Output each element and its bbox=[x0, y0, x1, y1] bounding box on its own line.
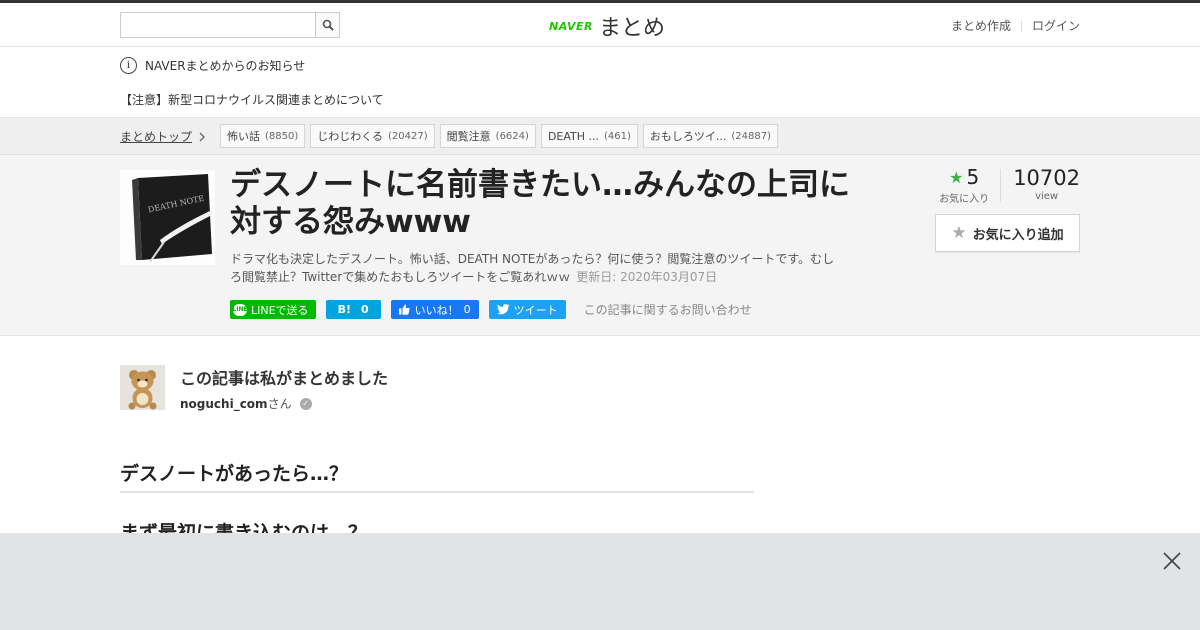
author-heading: この記事は私がまとめました bbox=[180, 369, 389, 388]
favorite-count-value: 5 bbox=[966, 165, 980, 189]
hatena-bookmark-button[interactable]: B! 0 bbox=[325, 300, 381, 319]
notice-section: i NAVERまとめからのお知らせ 【注意】新型コロナウイルス関連まとめについて bbox=[0, 47, 1200, 118]
tag-list: 怖い話 (8850) じわじわくる (20427) 閲覧注意 (6624) DE… bbox=[220, 124, 779, 148]
line-icon: LINE bbox=[232, 303, 248, 316]
bear-avatar-image bbox=[120, 365, 165, 410]
star-icon: ★ bbox=[949, 167, 964, 187]
verified-check-icon: ✓ bbox=[299, 397, 312, 410]
facebook-like-label: いいね！ bbox=[414, 303, 459, 317]
article-header: DEATH NOTE デスノートに名前書きたい…みんなの上司に対する怨みwww … bbox=[0, 155, 1200, 336]
stats-divider bbox=[1000, 169, 1002, 203]
tweet-label: ツイート bbox=[513, 303, 558, 317]
contact-link[interactable]: この記事に関するお問い合わせ bbox=[584, 301, 752, 318]
tweet-button[interactable]: ツイート bbox=[488, 300, 566, 319]
article-description-text: ドラマ化も決定したデスノート。怖い話、DEATH NOTEがあったら？何に使う？… bbox=[230, 252, 835, 284]
tag-bar: まとめトップ 怖い話 (8850) じわじわくる (20427) 閲覧注意 (6… bbox=[0, 118, 1200, 155]
matome-logo-text: まとめ bbox=[598, 16, 665, 41]
view-count-value: 10702 bbox=[1013, 166, 1080, 190]
twitter-bird-icon bbox=[496, 304, 510, 315]
tag-kowai-hanashi[interactable]: 怖い話 (8850) bbox=[220, 124, 306, 148]
tag-label: 怖い話 bbox=[227, 130, 260, 143]
notice-heading: i NAVERまとめからのお知らせ bbox=[120, 57, 305, 74]
hatena-bookmark-icon: B! bbox=[337, 303, 351, 316]
author-name-link[interactable]: noguchi_com bbox=[180, 397, 268, 411]
create-matome-link[interactable]: まとめ作成 bbox=[951, 17, 1011, 34]
article-thumbnail: DEATH NOTE bbox=[120, 170, 215, 265]
naver-logo-text: NAVER bbox=[549, 19, 593, 33]
chevron-right-icon bbox=[199, 132, 205, 141]
favorite-count: ★ 5 bbox=[928, 165, 1000, 189]
updated-date: 更新日: 2020年03月07日 bbox=[576, 270, 718, 284]
info-icon: i bbox=[120, 57, 137, 74]
search-input[interactable] bbox=[120, 12, 315, 38]
author-name-suffix: さん bbox=[267, 397, 292, 411]
star-outline-icon: ★ bbox=[951, 223, 967, 243]
article-description: ドラマ化も決定したデスノート。怖い話、DEATH NOTEがあったら？何に使う？… bbox=[230, 250, 840, 286]
tag-label: 閲覧注意 bbox=[446, 130, 491, 143]
tag-count: (461) bbox=[604, 130, 631, 142]
tag-count: (20427) bbox=[388, 130, 428, 142]
favorite-count-label: お気に入り bbox=[939, 194, 990, 205]
tag-etsuran-chui[interactable]: 閲覧注意 (6624) bbox=[439, 124, 536, 148]
tag-count: (8850) bbox=[265, 130, 299, 142]
death-note-book-image: DEATH NOTE bbox=[120, 170, 215, 265]
view-count-label: view bbox=[1035, 191, 1059, 202]
header-link-divider bbox=[1020, 19, 1022, 32]
add-favorite-label: お気に入り追加 bbox=[972, 227, 1064, 243]
tag-label: おもしろツイ... bbox=[649, 130, 727, 143]
notice-heading-text: NAVERまとめからのお知らせ bbox=[145, 59, 306, 73]
tag-jiwajiwa[interactable]: じわじわくる (20427) bbox=[310, 124, 435, 148]
header-links: まとめ作成 ログイン bbox=[951, 17, 1080, 34]
avatar[interactable] bbox=[120, 365, 165, 410]
share-buttons: LINE LINEで送る B! 0 いいね！ 0 ツイート この記事に関するお問… bbox=[230, 300, 752, 319]
tag-label: じわじわくる bbox=[317, 130, 384, 143]
favorite-count-block: ★ 5 お気に入り bbox=[928, 165, 1000, 205]
facebook-like-button[interactable]: いいね！ 0 bbox=[390, 300, 479, 319]
search-icon bbox=[322, 19, 334, 31]
tag-count: (24887) bbox=[731, 130, 772, 142]
article-title: デスノートに名前書きたい…みんなの上司に対する怨みwww bbox=[230, 167, 850, 240]
breadcrumb-top-link[interactable]: まとめトップ bbox=[120, 128, 206, 145]
content-heading-1: デスノートがあったら…？ bbox=[120, 459, 754, 493]
facebook-like-count: 0 bbox=[463, 303, 471, 316]
close-icon[interactable] bbox=[1162, 551, 1182, 571]
notice-item-link[interactable]: 【注意】新型コロナウイルス関連まとめについて bbox=[120, 91, 384, 108]
tag-omoshiro-tweet[interactable]: おもしろツイ... (24887) bbox=[642, 124, 779, 148]
site-header: NAVER まとめ まとめ作成 ログイン bbox=[0, 3, 1200, 47]
view-count-block: 10702 view bbox=[1013, 165, 1080, 202]
add-favorite-button[interactable]: ★ お気に入り追加 bbox=[935, 214, 1080, 252]
bottom-ad-banner bbox=[0, 533, 1200, 630]
search-box bbox=[120, 12, 340, 38]
thumbs-up-icon bbox=[398, 304, 410, 315]
hatena-count: 0 bbox=[360, 303, 369, 316]
author-section: この記事は私がまとめました noguchi_com さん ✓ bbox=[120, 365, 620, 415]
tag-death-note[interactable]: DEATH ... (461) bbox=[540, 124, 638, 148]
tag-label: DEATH ... bbox=[547, 129, 600, 143]
tag-count: (6624) bbox=[495, 130, 529, 142]
author-name-line: noguchi_com さん ✓ bbox=[180, 395, 312, 412]
line-share-button[interactable]: LINE LINEで送る bbox=[230, 300, 316, 319]
login-link[interactable]: ログイン bbox=[1032, 17, 1080, 34]
article-stats: ★ 5 お気に入り 10702 view bbox=[928, 165, 1080, 205]
breadcrumb-top-label: まとめトップ bbox=[120, 130, 193, 144]
site-logo[interactable]: NAVER まとめ bbox=[549, 10, 665, 42]
search-button[interactable] bbox=[315, 12, 340, 38]
line-share-label: LINEで送る bbox=[251, 303, 309, 317]
